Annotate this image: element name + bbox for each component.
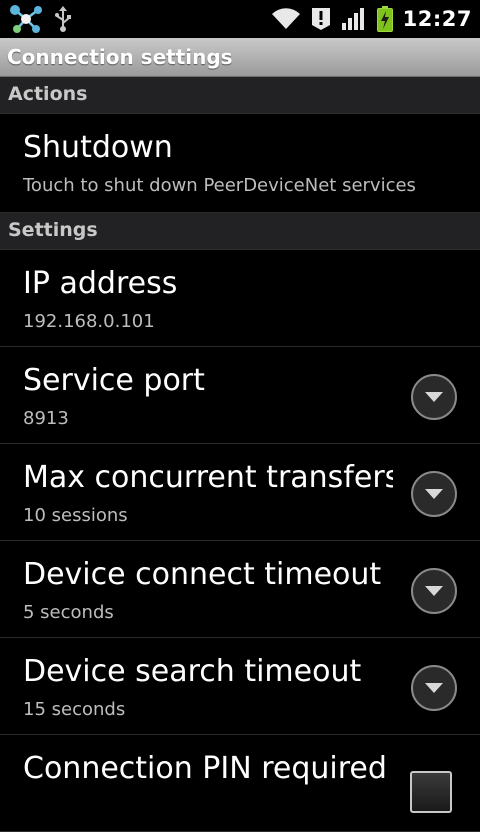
signal-icon bbox=[341, 7, 367, 31]
pref-title: Connection PIN required bbox=[23, 751, 387, 786]
peerdevicenet-app-icon bbox=[8, 4, 44, 34]
pref-device-search-timeout[interactable]: Device search timeout 15 seconds bbox=[0, 638, 480, 735]
pref-summary: 15 seconds bbox=[23, 699, 126, 720]
pref-summary: 5 seconds bbox=[23, 602, 114, 623]
pref-title: Service port bbox=[23, 363, 205, 398]
pref-summary: 8913 bbox=[23, 408, 69, 429]
preference-list[interactable]: Actions Shutdown Touch to shut down Peer… bbox=[0, 77, 480, 832]
pref-title: Max concurrent transfers bbox=[23, 460, 393, 495]
pref-summary: 192.168.0.101 bbox=[23, 311, 155, 332]
pref-service-port[interactable]: Service port 8913 bbox=[0, 347, 480, 444]
dropdown-arrow-icon[interactable] bbox=[410, 470, 457, 517]
status-bar-left bbox=[8, 3, 72, 35]
pref-device-connect-timeout[interactable]: Device connect timeout 5 seconds bbox=[0, 541, 480, 638]
category-label: Actions bbox=[8, 83, 88, 105]
category-header-actions: Actions bbox=[0, 77, 480, 114]
category-label: Settings bbox=[8, 219, 98, 241]
status-bar-right: 12:27 bbox=[271, 3, 472, 35]
page-title: Connection settings bbox=[7, 45, 233, 69]
wifi-icon bbox=[271, 7, 301, 31]
status-bar: 12:27 bbox=[0, 0, 480, 39]
dropdown-arrow-icon[interactable] bbox=[410, 373, 457, 420]
pref-title: Device search timeout bbox=[23, 654, 362, 689]
usb-icon bbox=[54, 6, 72, 32]
pref-title: Device connect timeout bbox=[23, 557, 382, 592]
category-header-settings: Settings bbox=[0, 213, 480, 250]
dropdown-arrow-icon[interactable] bbox=[410, 664, 457, 711]
pref-summary: 10 sessions bbox=[23, 505, 128, 526]
battery-charging-icon bbox=[376, 6, 393, 32]
pref-ip-address[interactable]: IP address 192.168.0.101 bbox=[0, 250, 480, 347]
pref-max-concurrent-transfers[interactable]: Max concurrent transfers 10 sessions bbox=[0, 444, 480, 541]
dropdown-arrow-icon[interactable] bbox=[410, 567, 457, 614]
pref-title: Shutdown bbox=[23, 130, 173, 165]
pref-summary: Touch to shut down PeerDeviceNet service… bbox=[23, 175, 416, 196]
clock: 12:27 bbox=[402, 7, 472, 31]
pref-connection-pin-required[interactable]: Connection PIN required bbox=[0, 735, 480, 832]
connection-pin-checkbox[interactable] bbox=[410, 771, 452, 813]
title-bar: Connection settings bbox=[0, 38, 480, 77]
alert-icon bbox=[311, 7, 331, 31]
pref-title: IP address bbox=[23, 266, 178, 301]
pref-shutdown[interactable]: Shutdown Touch to shut down PeerDeviceNe… bbox=[0, 114, 480, 213]
